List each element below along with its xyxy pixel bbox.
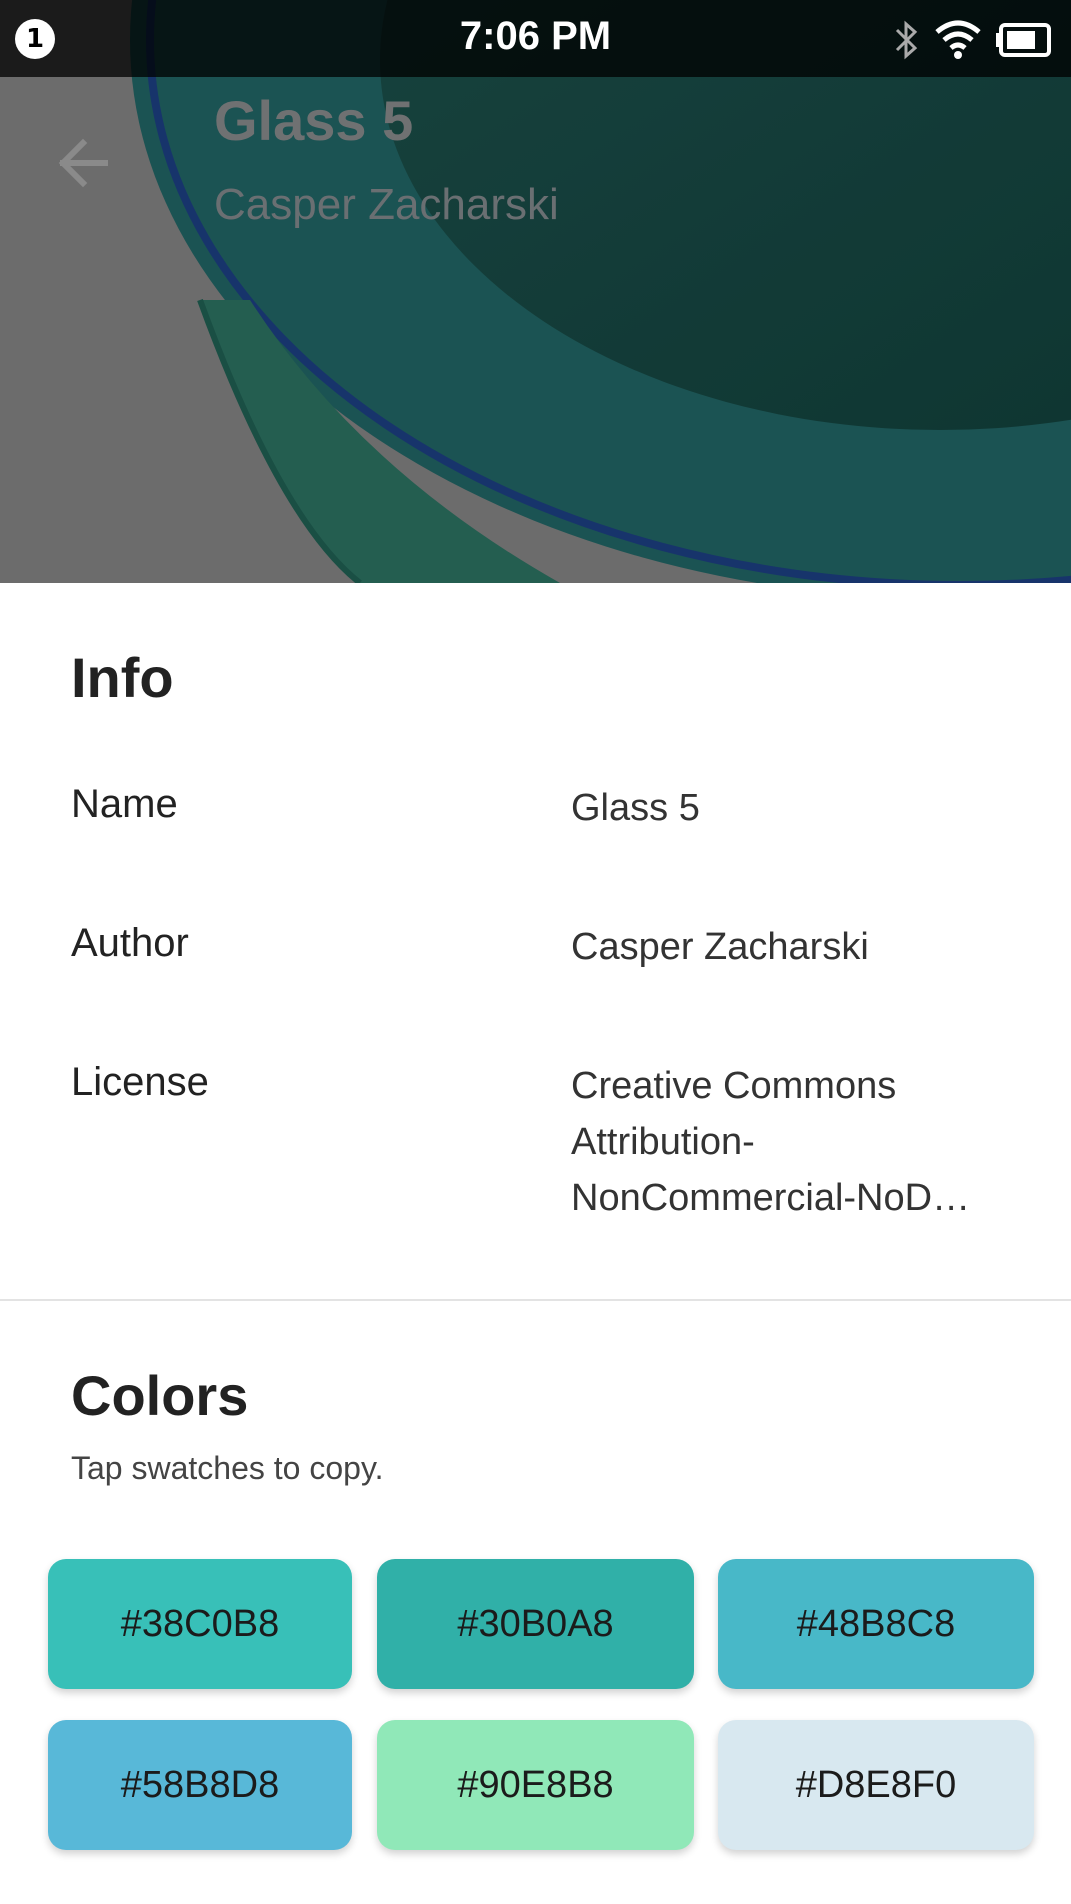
author-value: Casper Zacharski	[571, 926, 869, 968]
colors-heading: Colors	[71, 1364, 249, 1427]
wifi-icon	[935, 20, 981, 64]
license-label: License	[71, 1060, 209, 1104]
color-swatch[interactable]: #58B8D8	[48, 1720, 352, 1850]
color-swatch[interactable]: #38C0B8	[48, 1559, 352, 1689]
author-label: Author	[71, 921, 189, 965]
arrow-left-icon	[58, 138, 108, 188]
license-value: Creative Commons Attribution-NonCommerci…	[571, 1065, 971, 1219]
page-subtitle: Casper Zacharski	[214, 180, 559, 229]
color-swatch[interactable]: #90E8B8	[377, 1720, 694, 1850]
name-value: Glass 5	[571, 787, 700, 829]
status-bar: 1 7:06 PM	[0, 0, 1071, 77]
section-divider	[0, 1299, 1071, 1301]
color-swatch[interactable]: #D8E8F0	[718, 1720, 1034, 1850]
name-label: Name	[71, 782, 178, 826]
info-heading: Info	[71, 646, 174, 709]
back-button[interactable]	[55, 133, 115, 193]
colors-hint: Tap swatches to copy.	[71, 1450, 384, 1486]
color-swatch[interactable]: #30B0A8	[377, 1559, 694, 1689]
color-swatch[interactable]: #48B8C8	[718, 1559, 1034, 1689]
wallpaper-preview-image	[0, 0, 1071, 583]
battery-icon	[995, 22, 1053, 62]
page-title: Glass 5	[214, 89, 414, 152]
bluetooth-icon	[893, 18, 921, 66]
